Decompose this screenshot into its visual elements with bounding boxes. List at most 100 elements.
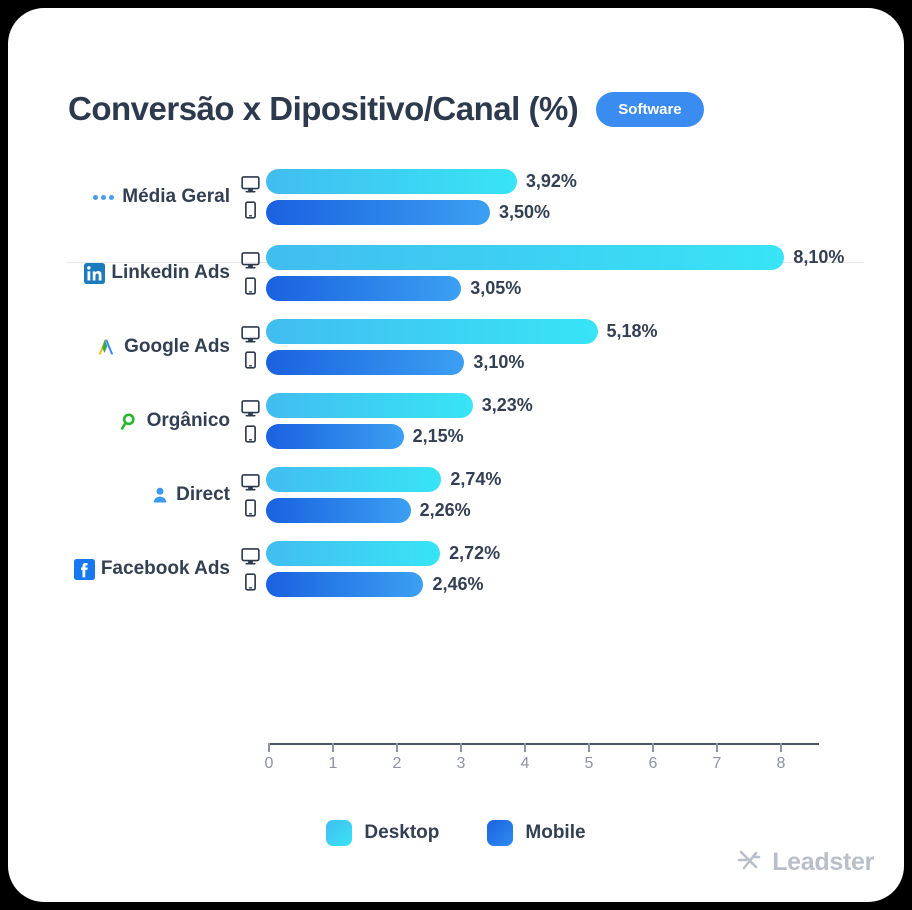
axis-tick bbox=[460, 743, 462, 752]
axis-tick-label: 6 bbox=[648, 755, 658, 772]
desktop-bar-line: 2,74% bbox=[266, 467, 904, 492]
device-icons bbox=[239, 168, 261, 226]
mobile-phone-icon bbox=[244, 572, 256, 591]
person-icon bbox=[153, 487, 167, 503]
row-bars: 3,92% 3,50% bbox=[266, 169, 904, 225]
x-axis: 0 1 2 3 4 5 6 7 8 bbox=[8, 743, 904, 793]
row-label: Orgânico bbox=[8, 384, 230, 458]
mobile-bar-line: 2,15% bbox=[266, 424, 904, 449]
desktop-monitor-icon bbox=[240, 251, 260, 268]
desktop-value: 8,10% bbox=[793, 247, 845, 267]
axis-tick bbox=[652, 743, 654, 752]
desktop-value: 2,72% bbox=[449, 543, 501, 563]
axis-tick bbox=[396, 743, 398, 752]
mobile-phone-icon bbox=[244, 350, 256, 369]
axis-line bbox=[269, 743, 819, 745]
leadster-logo: Leadster bbox=[735, 846, 874, 879]
desktop-value: 3,23% bbox=[481, 395, 533, 415]
mobile-bar[interactable] bbox=[266, 424, 404, 449]
row-label-text: Orgânico bbox=[146, 410, 230, 431]
legend-item-desktop[interactable]: Desktop bbox=[326, 820, 439, 846]
row-label: Média Geral bbox=[8, 158, 230, 236]
axis-tick bbox=[780, 743, 782, 752]
axis-tick-label: 4 bbox=[520, 755, 530, 772]
desktop-bar-line: 5,18% bbox=[266, 319, 904, 344]
axis-tick-label: 2 bbox=[392, 755, 402, 772]
desktop-bar[interactable] bbox=[266, 245, 785, 270]
leadster-wordmark: Leadster bbox=[772, 848, 874, 876]
mobile-value: 3,50% bbox=[499, 202, 551, 222]
three-dots-icon bbox=[93, 194, 115, 200]
mobile-phone-icon bbox=[244, 200, 256, 219]
facebook-icon bbox=[73, 558, 95, 580]
mobile-value: 2,46% bbox=[432, 574, 484, 594]
desktop-bar-line: 3,23% bbox=[266, 393, 904, 418]
row-label: Linkedin Ads bbox=[8, 236, 230, 310]
axis-tick bbox=[332, 743, 334, 752]
row-label-text: Direct bbox=[176, 484, 230, 505]
desktop-bar[interactable] bbox=[266, 393, 473, 418]
chart-card: Conversão x Dipositivo/Canal (%) Softwar… bbox=[8, 8, 904, 902]
mobile-value: 2,15% bbox=[412, 426, 464, 446]
chart-row: Facebook Ads 2,72% 2,46% bbox=[8, 532, 904, 606]
device-icons bbox=[239, 540, 261, 598]
google-ads-icon bbox=[98, 339, 114, 355]
axis-tick-label: 3 bbox=[456, 755, 466, 772]
desktop-bar[interactable] bbox=[266, 467, 442, 492]
desktop-bar-line: 8,10% bbox=[266, 245, 904, 270]
mobile-bar-line: 2,46% bbox=[266, 572, 904, 597]
mobile-bar[interactable] bbox=[266, 498, 411, 523]
axis-tick bbox=[524, 743, 526, 752]
desktop-value: 3,92% bbox=[525, 171, 577, 191]
desktop-bar-line: 2,72% bbox=[266, 541, 904, 566]
device-icons bbox=[239, 318, 261, 376]
axis-tick-label: 7 bbox=[712, 755, 722, 772]
chart-row: Orgânico 3,23% 2,15% bbox=[8, 384, 904, 458]
segment-badge: Software bbox=[596, 91, 704, 127]
row-label: Direct bbox=[8, 458, 230, 532]
row-bars: 8,10% 3,05% bbox=[266, 245, 904, 301]
page-title: Conversão x Dipositivo/Canal (%) bbox=[68, 90, 579, 127]
chart-header: Conversão x Dipositivo/Canal (%) Softwar… bbox=[68, 90, 704, 128]
mobile-bar[interactable] bbox=[266, 276, 462, 301]
mobile-bar[interactable] bbox=[266, 572, 424, 597]
chart-row: Direct 2,74% 2,26% bbox=[8, 458, 904, 532]
row-label-text: Google Ads bbox=[124, 336, 230, 357]
mobile-bar-line: 2,26% bbox=[266, 498, 904, 523]
device-icons bbox=[239, 392, 261, 450]
desktop-monitor-icon bbox=[240, 473, 260, 490]
legend-swatch-desktop bbox=[326, 820, 353, 846]
row-label-text: Média Geral bbox=[122, 186, 230, 207]
legend-label-desktop: Desktop bbox=[364, 822, 440, 843]
mobile-value: 3,05% bbox=[470, 278, 522, 298]
chart-row: Linkedin Ads 8,10% 3,05% bbox=[8, 236, 904, 310]
legend-label-mobile: Mobile bbox=[525, 822, 586, 843]
mobile-phone-icon bbox=[244, 276, 256, 295]
mobile-bar[interactable] bbox=[266, 350, 465, 375]
desktop-bar[interactable] bbox=[266, 319, 598, 344]
desktop-monitor-icon bbox=[240, 547, 260, 564]
mobile-phone-icon bbox=[244, 424, 256, 443]
row-bars: 5,18% 3,10% bbox=[266, 319, 904, 375]
row-bars: 3,23% 2,15% bbox=[266, 393, 904, 449]
desktop-bar[interactable] bbox=[266, 541, 441, 566]
row-label-text: Linkedin Ads bbox=[111, 262, 230, 283]
device-icons bbox=[239, 466, 261, 524]
desktop-value: 5,18% bbox=[606, 321, 658, 341]
mobile-phone-icon bbox=[244, 498, 256, 517]
mobile-bar-line: 3,10% bbox=[266, 350, 904, 375]
device-icons bbox=[239, 244, 261, 302]
chart-row: Google Ads 5,18% 3,10% bbox=[8, 310, 904, 384]
legend-swatch-mobile bbox=[487, 820, 514, 846]
mobile-bar-line: 3,05% bbox=[266, 276, 904, 301]
row-label-text: Facebook Ads bbox=[100, 558, 230, 579]
bar-chart: Média Geral 3,92% 3,50% Linkedin Ads 8,10% 3,… bbox=[8, 158, 904, 606]
desktop-bar[interactable] bbox=[266, 169, 517, 194]
mobile-bar[interactable] bbox=[266, 200, 490, 225]
legend-item-mobile[interactable]: Mobile bbox=[487, 820, 586, 846]
axis-tick bbox=[716, 743, 718, 752]
desktop-monitor-icon bbox=[240, 175, 260, 192]
row-label: Facebook Ads bbox=[8, 532, 230, 606]
desktop-bar-line: 3,92% bbox=[266, 169, 904, 194]
desktop-value: 2,74% bbox=[450, 469, 502, 489]
